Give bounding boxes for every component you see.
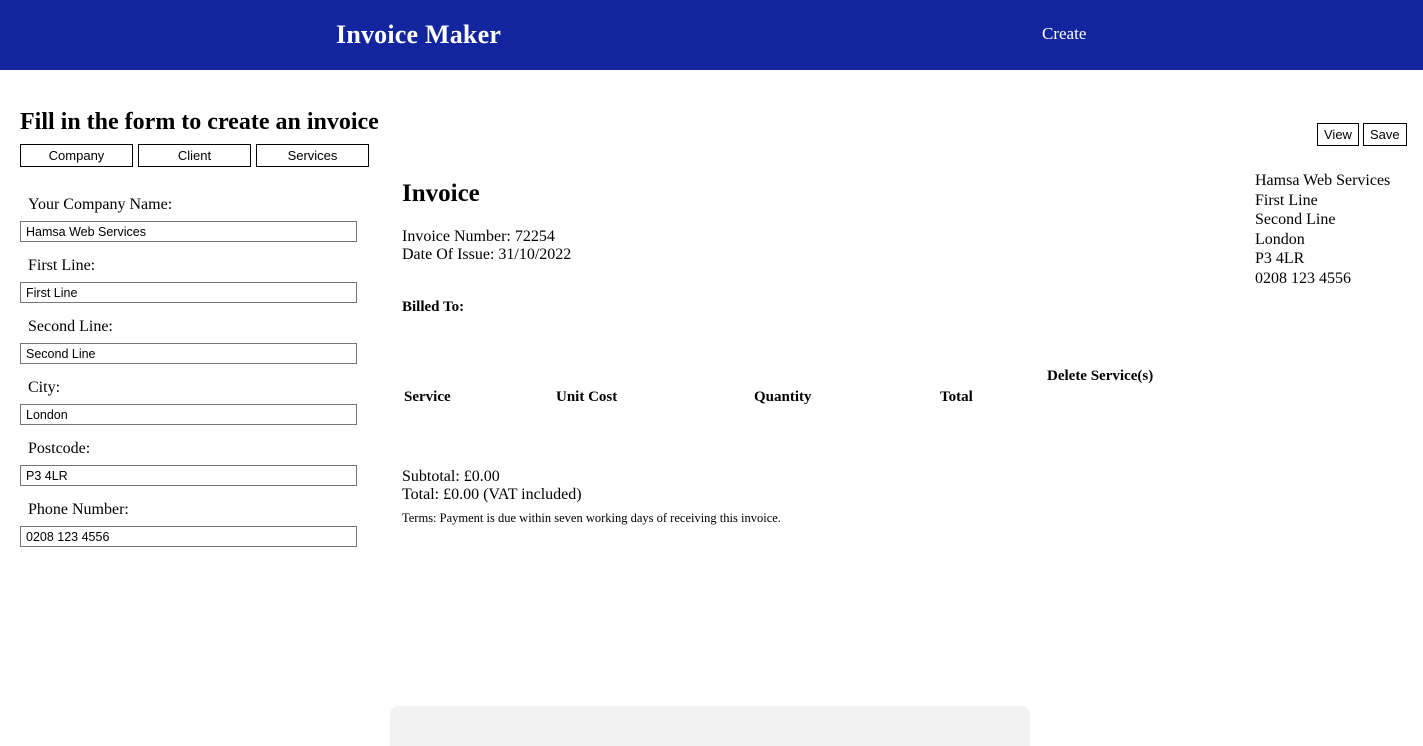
services-table: Service Unit Cost Quantity Total Delete … xyxy=(402,364,1164,468)
input-company-name[interactable] xyxy=(20,221,357,242)
input-first-line[interactable] xyxy=(20,282,357,303)
tab-services[interactable]: Services xyxy=(256,144,369,167)
page-title: Fill in the form to create an invoice xyxy=(20,109,379,136)
services-table-head: Service Unit Cost Quantity Total Delete … xyxy=(402,364,1164,406)
address-line-phone: 0208 123 4556 xyxy=(1255,269,1351,287)
label-company-name: Your Company Name: xyxy=(28,196,173,213)
invoice-totals: Subtotal: £0.00 Total: £0.00 (VAT includ… xyxy=(402,468,1402,526)
address-line-city: London xyxy=(1255,230,1305,248)
subtotal-line: Subtotal: £0.00 xyxy=(402,468,500,485)
column-header-unit-cost: Unit Cost xyxy=(556,389,618,405)
billed-to-heading: Billed To: xyxy=(402,299,465,315)
input-postcode[interactable] xyxy=(20,465,357,486)
table-row-empty xyxy=(402,406,1164,468)
column-header-service: Service xyxy=(404,389,451,405)
tab-client[interactable]: Client xyxy=(138,144,251,167)
label-city: City: xyxy=(28,379,61,396)
services-table-header-row: Service Unit Cost Quantity Total Delete … xyxy=(402,364,1164,406)
label-second-line: Second Line: xyxy=(28,318,113,335)
total-line: Total: £0.00 (VAT included) xyxy=(402,486,582,503)
label-phone-number: Phone Number: xyxy=(28,501,129,518)
billed-to-address xyxy=(402,316,1402,344)
tab-company[interactable]: Company xyxy=(20,144,133,167)
invoice-action-buttons: View Save xyxy=(1317,123,1407,146)
nav-link-create[interactable]: Create xyxy=(1042,24,1086,44)
invoice-preview-panel: Invoice Invoice Number: 72254 Date Of Is… xyxy=(402,180,1402,526)
input-phone-number[interactable] xyxy=(20,526,357,547)
field-group-second-line: Second Line: xyxy=(20,318,360,364)
view-button[interactable]: View xyxy=(1317,123,1359,146)
form-section-tabs: Company Client Services xyxy=(20,144,369,167)
field-group-phone-number: Phone Number: xyxy=(20,501,360,547)
invoice-heading: Invoice xyxy=(402,180,480,207)
payment-terms-line: Terms: Payment is due within seven worki… xyxy=(402,511,781,525)
save-button[interactable]: Save xyxy=(1362,123,1407,146)
invoice-number-line: Invoice Number: 72254 xyxy=(402,228,555,245)
address-line-company-name: Hamsa Web Services xyxy=(1255,172,1391,189)
label-postcode: Postcode: xyxy=(28,440,91,457)
column-header-total: Total xyxy=(940,389,973,405)
top-navbar: Invoice Maker Create xyxy=(0,0,1423,70)
invoice-date-line: Date Of Issue: 31/10/2022 xyxy=(402,246,572,263)
address-line-second: Second Line xyxy=(1255,211,1336,228)
field-group-first-line: First Line: xyxy=(20,257,360,303)
company-address-block: Hamsa Web Services First Line Second Lin… xyxy=(1255,171,1423,288)
field-group-company-name: Your Company Name: xyxy=(20,196,360,242)
address-line-postcode: P3 4LR xyxy=(1255,250,1305,267)
app-brand-title: Invoice Maker xyxy=(336,20,502,49)
field-group-postcode: Postcode: xyxy=(20,440,360,486)
services-table-body xyxy=(402,406,1164,468)
field-group-city: City: xyxy=(20,379,360,425)
company-details-form: Your Company Name: First Line: Second Li… xyxy=(20,196,360,562)
input-city[interactable] xyxy=(20,404,357,425)
column-header-delete-services: Delete Service(s) xyxy=(1047,368,1154,384)
footer-slab xyxy=(390,706,1030,746)
input-second-line[interactable] xyxy=(20,343,357,364)
label-first-line: First Line: xyxy=(28,257,96,274)
address-line-first: First Line xyxy=(1255,191,1318,209)
column-header-quantity: Quantity xyxy=(754,389,812,405)
